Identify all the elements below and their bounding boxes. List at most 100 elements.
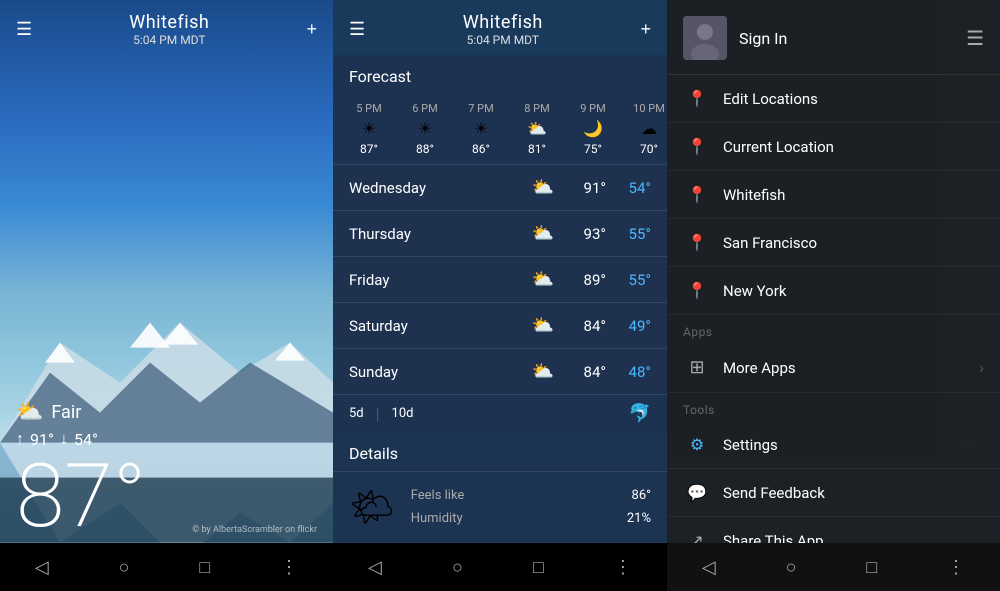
forecast-range: 5d | 10d	[349, 404, 414, 423]
panel-weather-main: ☰ Whitefish 5:04 PM MDT + ⛅ Fair ↑ 91° ↓…	[0, 0, 333, 591]
home-button[interactable]: ○	[119, 557, 130, 578]
daily-hi-3: 89°	[566, 271, 606, 289]
panel1-weather-info: ⛅ Fair ↑ 91° ↓ 54° 87°	[16, 400, 317, 541]
panel3-more-button[interactable]: ⋮	[947, 557, 965, 578]
hourly-item-1: 5 PM ☀ 87°	[349, 102, 389, 156]
san-francisco-icon: 📍	[683, 233, 711, 252]
humidity-label: Humidity	[411, 511, 463, 526]
forecast-footer: 5d | 10d 🐬	[333, 395, 667, 432]
daily-icon-5: ⛅	[532, 361, 554, 382]
panel3-navigation: ◁ ○ □ ⋮	[667, 543, 1000, 591]
hourly-time-3: 7 PM	[468, 102, 493, 115]
menu-hamburger-icon[interactable]: ☰	[966, 26, 984, 50]
hourly-icon-3: ☀	[474, 119, 488, 138]
new-york-item[interactable]: 📍 New York	[667, 267, 1000, 315]
edit-locations-icon: 📍	[683, 89, 711, 108]
recent-button[interactable]: □	[199, 557, 210, 578]
panel2-back-button[interactable]: ◁	[368, 557, 382, 578]
daily-hi-2: 93°	[566, 225, 606, 243]
range-divider: |	[376, 404, 380, 423]
settings-label: Settings	[723, 436, 984, 454]
whitefish-item[interactable]: 📍 Whitefish	[667, 171, 1000, 219]
panel2-home-button[interactable]: ○	[452, 557, 463, 578]
daily-row-friday[interactable]: Friday ⛅ 89° 55°	[333, 257, 667, 303]
daily-lo-3: 55°	[606, 271, 651, 289]
more-apps-icon: ⊞	[683, 357, 711, 378]
range-5d-button[interactable]: 5d	[349, 406, 364, 421]
panel2-more-button[interactable]: ⋮	[614, 557, 632, 578]
forecast-label: Forecast	[333, 55, 667, 94]
humidity-value: 21%	[627, 511, 651, 526]
condition-row: ⛅ Fair	[16, 400, 317, 425]
daily-hi-4: 84°	[566, 317, 606, 335]
panel2-title-group: Whitefish 5:04 PM MDT	[365, 12, 640, 47]
san-francisco-label: San Francisco	[723, 234, 984, 252]
panel1-header: ☰ Whitefish 5:04 PM MDT +	[0, 0, 333, 55]
hourly-item-5: 9 PM 🌙 75°	[573, 102, 613, 156]
hourly-temp-5: 75°	[584, 142, 602, 156]
send-feedback-item[interactable]: 💬 Send Feedback	[667, 469, 1000, 517]
hourly-temp-6: 70°	[640, 142, 658, 156]
panel2-navigation: ◁ ○ □ ⋮	[333, 543, 667, 591]
daily-icon-4: ⛅	[532, 315, 554, 336]
panel2-hamburger[interactable]: ☰	[349, 19, 365, 40]
hourly-icon-4: ⛅	[527, 119, 547, 138]
panel3-back-button[interactable]: ◁	[702, 557, 716, 578]
details-rows: Feels like 86° Humidity 21%	[411, 484, 651, 530]
daily-row-saturday[interactable]: Saturday ⛅ 84° 49°	[333, 303, 667, 349]
panel2-recent-button[interactable]: □	[533, 557, 544, 578]
more-apps-item[interactable]: ⊞ More Apps ›	[667, 343, 1000, 393]
add-location-button[interactable]: +	[306, 19, 317, 40]
san-francisco-item[interactable]: 📍 San Francisco	[667, 219, 1000, 267]
panel2-add-button[interactable]: +	[640, 19, 651, 40]
hourly-item-6: 10 PM ☁ 70°	[629, 102, 667, 156]
more-apps-label: More Apps	[723, 359, 979, 377]
details-label: Details	[333, 432, 667, 472]
panel1-title-group: Whitefish 5:04 PM MDT	[32, 12, 306, 47]
send-feedback-label: Send Feedback	[723, 484, 984, 502]
hourly-time-2: 6 PM	[412, 102, 437, 115]
range-10d-button[interactable]: 10d	[392, 406, 414, 421]
daily-row-thursday[interactable]: Thursday ⛅ 93° 55°	[333, 211, 667, 257]
photo-credit: © by AlbertaScrambler on flickr	[192, 525, 317, 535]
new-york-icon: 📍	[683, 281, 711, 300]
daily-lo-5: 48°	[606, 363, 651, 381]
daily-day-4: Saturday	[349, 317, 532, 335]
daily-row-wednesday[interactable]: Wednesday ⛅ 91° 54°	[333, 165, 667, 211]
edit-locations-item[interactable]: 📍 Edit Locations	[667, 75, 1000, 123]
feels-like-value: 86°	[632, 488, 651, 503]
hourly-temp-4: 81°	[528, 142, 546, 156]
feels-like-row: Feels like 86°	[411, 484, 651, 507]
hourly-item-2: 6 PM ☀ 88°	[405, 102, 445, 156]
condition-text: Fair	[51, 402, 81, 423]
tools-section-label: Tools	[667, 393, 1000, 421]
hamburger-menu-button[interactable]: ☰	[16, 19, 32, 40]
panel3-recent-button[interactable]: □	[866, 557, 877, 578]
signin-label[interactable]: Sign In	[739, 29, 787, 48]
daily-lo-1: 54°	[606, 179, 651, 197]
hourly-temp-2: 88°	[416, 142, 434, 156]
avatar	[683, 16, 727, 60]
details-section: Details 🌤 Feels like 86° Humidity 21%	[333, 432, 667, 542]
daily-day-2: Thursday	[349, 225, 532, 243]
hourly-temp-1: 87°	[360, 142, 378, 156]
settings-icon: ⚙	[683, 435, 711, 454]
daily-icon-1: ⛅	[532, 177, 554, 198]
settings-item[interactable]: ⚙ Settings	[667, 421, 1000, 469]
hourly-icon-5: 🌙	[583, 119, 603, 138]
daily-row-sunday[interactable]: Sunday ⛅ 84° 48°	[333, 349, 667, 395]
daily-hi-5: 84°	[566, 363, 606, 381]
hourly-time-6: 10 PM	[633, 102, 665, 115]
hourly-forecast[interactable]: 5 PM ☀ 87° 6 PM ☀ 88° 7 PM ☀ 86° 8 PM ⛅	[333, 94, 667, 165]
panel2-header: ☰ Whitefish 5:04 PM MDT +	[333, 0, 667, 55]
daily-icon-3: ⛅	[532, 269, 554, 290]
feels-like-label: Feels like	[411, 488, 465, 503]
forecast-scroll[interactable]: Forecast 5 PM ☀ 87° 6 PM ☀ 88° 7 PM ☀ 86…	[333, 55, 667, 591]
panel-menu: ⛅ Sign In ☰ 📍 Edit Locations 📍 Current L…	[667, 0, 1000, 591]
current-location-item[interactable]: 📍 Current Location	[667, 123, 1000, 171]
back-button[interactable]: ◁	[35, 557, 49, 578]
hourly-icon-6: ☁	[641, 119, 657, 138]
hourly-icon-1: ☀	[362, 119, 376, 138]
more-button[interactable]: ⋮	[280, 557, 298, 578]
panel3-home-button[interactable]: ○	[786, 557, 797, 578]
